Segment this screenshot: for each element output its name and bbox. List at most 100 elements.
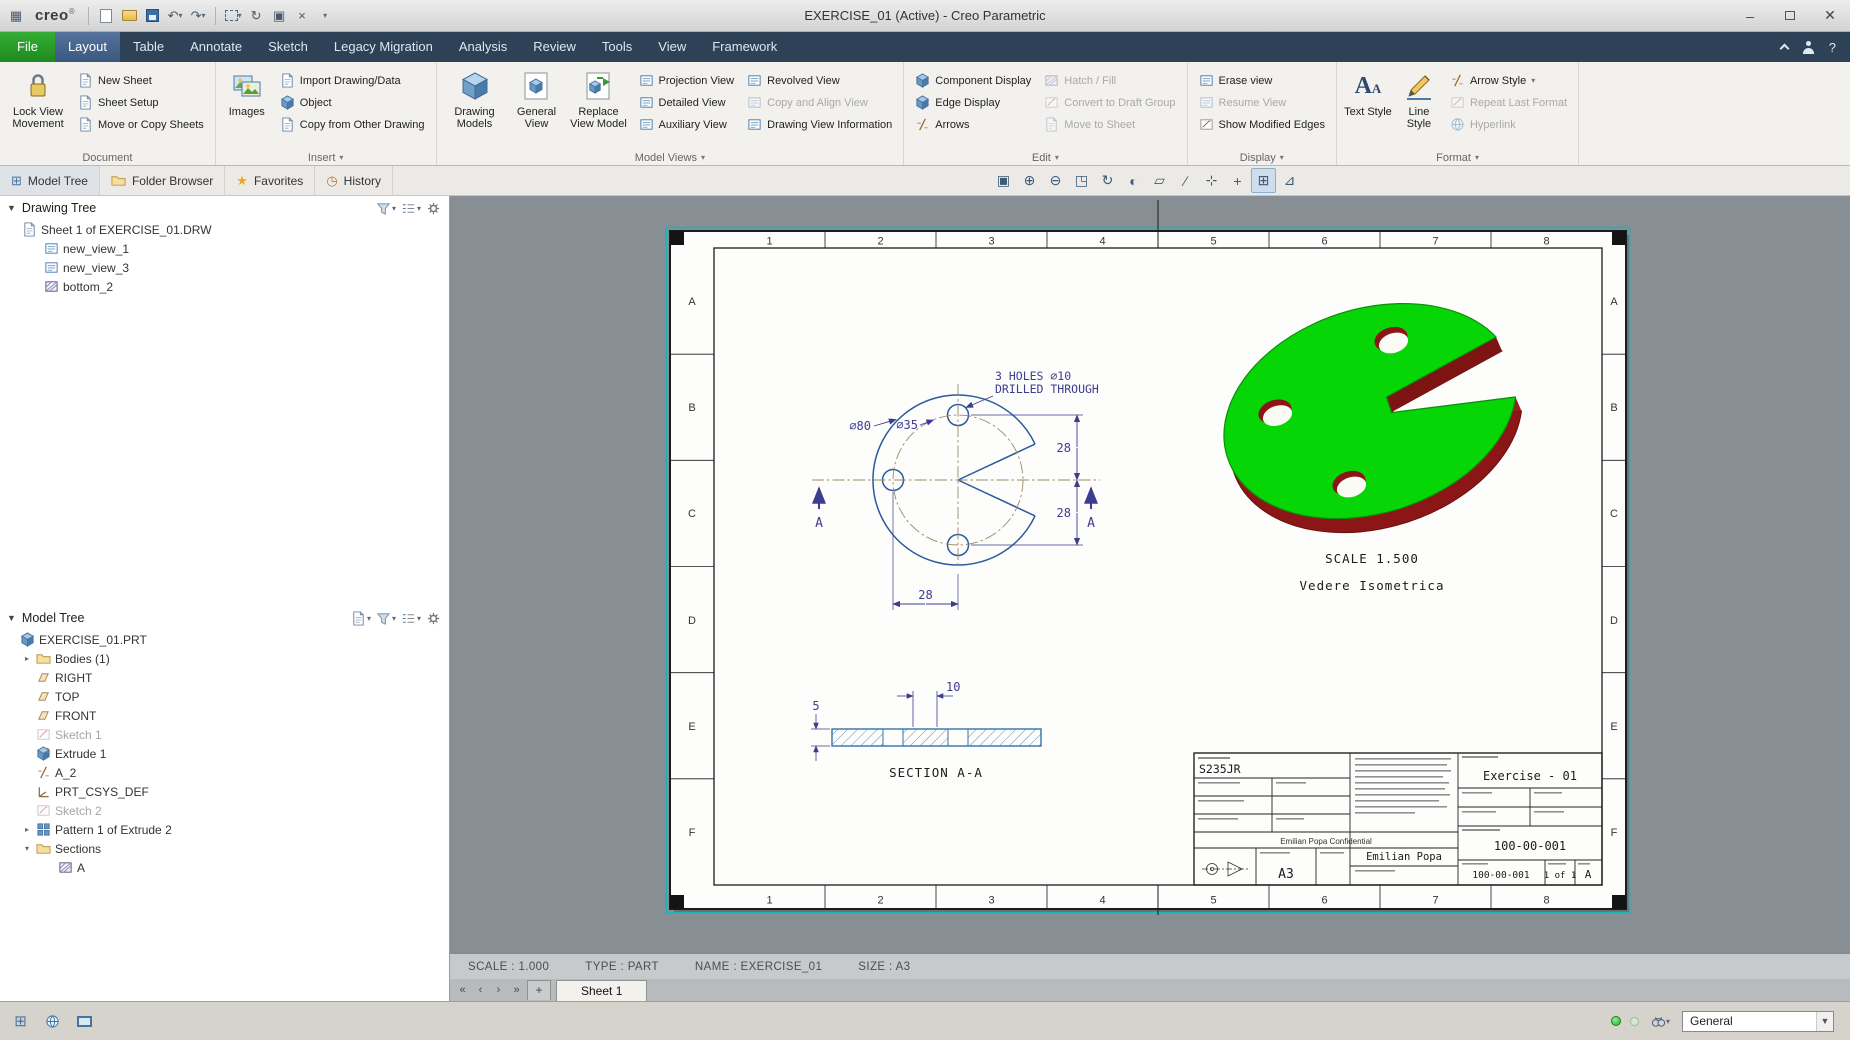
browser-toggle-icon[interactable] (40, 1009, 65, 1034)
minimize-button[interactable]: – (1730, 0, 1770, 31)
model-tree-item-top[interactable]: TOP (0, 687, 449, 706)
model-tree-item-csys[interactable]: PRT_CSYS_DEF (0, 782, 449, 801)
text-style-button[interactable]: AA Text Style (1343, 65, 1393, 150)
next-sheet-icon[interactable]: › (491, 979, 506, 1001)
model-tree-settings-button[interactable] (425, 610, 442, 627)
tab-legacy-migration[interactable]: Legacy Migration (321, 32, 446, 62)
copy-from-other-drawing-button[interactable]: Copy from Other Drawing (275, 114, 430, 135)
drawing-tree-item-new-view-3[interactable]: new_view_3 (0, 258, 449, 277)
plane-display-icon[interactable]: ▱ (1147, 168, 1172, 193)
selection-filter-arrow-icon[interactable]: ▼ (1816, 1011, 1833, 1031)
tab-table[interactable]: Table (120, 32, 177, 62)
panel-tab-favorites[interactable]: ★ Favorites (225, 166, 316, 195)
zoom-box-icon[interactable]: ▣ (991, 168, 1016, 193)
tab-view[interactable]: View (645, 32, 699, 62)
panel-tab-history[interactable]: ◷ History (315, 166, 393, 195)
import-drawing-data-button[interactable]: Import Drawing/Data (275, 70, 430, 91)
model-tree-item-front[interactable]: FRONT (0, 706, 449, 725)
save-icon[interactable] (142, 6, 162, 26)
model-tree-filter-button[interactable]: ▾ (375, 610, 397, 627)
drawing-tree-item-new-view-1[interactable]: new_view_1 (0, 239, 449, 258)
repaint-icon[interactable]: ↻ (1095, 168, 1120, 193)
drawing-tree-item-sheet1[interactable]: Sheet 1 of EXERCISE_01.DRW (0, 220, 449, 239)
model-tree-columns-button[interactable]: ▾ (400, 610, 422, 627)
close-button[interactable]: ✕ (1810, 0, 1850, 31)
drawing-tree-item-bottom-2[interactable]: bottom_2 (0, 277, 449, 296)
axis-display-icon[interactable]: ∕ (1173, 168, 1198, 193)
refit-icon[interactable]: ◳ (1069, 168, 1094, 193)
model-tree-item-sketch2[interactable]: Sketch 2 (0, 801, 449, 820)
new-file-icon[interactable] (96, 6, 116, 26)
window-cascade-icon[interactable]: ▣ (269, 6, 289, 26)
navigator-toggle-icon[interactable]: ⊞ (8, 1009, 33, 1034)
general-view-button[interactable]: General View (510, 65, 564, 150)
expand-icon[interactable]: ▸ (22, 654, 32, 663)
graphics-area[interactable]: 12345678 12345678 ABCDEF ABCDEF 28 28 28… (450, 196, 1850, 953)
panel-tab-folder-browser[interactable]: Folder Browser (100, 166, 226, 195)
new-sheet-button[interactable]: New Sheet (73, 70, 209, 91)
tab-analysis[interactable]: Analysis (446, 32, 520, 62)
projection-view-button[interactable]: Projection View (634, 70, 740, 91)
model-tree-item-extrude1[interactable]: Extrude 1 (0, 744, 449, 763)
zoom-in-icon[interactable]: ⊕ (1017, 168, 1042, 193)
arrows-button[interactable]: Arrows (910, 114, 1036, 135)
tab-tools[interactable]: Tools (589, 32, 645, 62)
previous-sheet-icon[interactable]: ‹ (473, 979, 488, 1001)
tree-columns-button[interactable]: ▾ (400, 200, 422, 217)
arrow-style-button[interactable]: Arrow Style ▾ (1445, 70, 1572, 91)
open-file-icon[interactable] (119, 6, 139, 26)
collapse-ribbon-icon[interactable] (1779, 43, 1790, 54)
tab-framework[interactable]: Framework (699, 32, 790, 62)
redo-icon[interactable]: ↷ ▾ (188, 6, 208, 26)
last-sheet-icon[interactable]: » (509, 979, 524, 1001)
user-account-icon[interactable] (1802, 40, 1815, 54)
tab-file[interactable]: File (0, 32, 55, 62)
model-tree-item-axis[interactable]: A_2 (0, 763, 449, 782)
collapse-model-tree-icon[interactable]: ▼ (7, 613, 16, 623)
line-style-button[interactable]: Line Style (1396, 65, 1442, 150)
model-tree-item-part[interactable]: EXERCISE_01.PRT (0, 630, 449, 649)
lock-view-movement-button[interactable]: Lock View Movement (6, 65, 70, 150)
customize-toolbar-icon[interactable]: ▾ (315, 6, 335, 26)
maximize-button[interactable] (1770, 0, 1810, 31)
selection-filter-dropdown[interactable]: General ▼ (1682, 1010, 1834, 1032)
zoom-out-icon[interactable]: ⊖ (1043, 168, 1068, 193)
move-copy-sheets-button[interactable]: Move or Copy Sheets (73, 114, 209, 135)
tab-layout[interactable]: Layout (54, 32, 120, 62)
expand-icon[interactable]: ▸ (22, 825, 32, 834)
edge-display-button[interactable]: Edge Display (910, 92, 1036, 113)
replace-view-model-button[interactable]: Replace View Model (567, 65, 631, 150)
tab-annotate[interactable]: Annotate (177, 32, 255, 62)
sheet-setup-button[interactable]: Sheet Setup (73, 92, 209, 113)
drawing-view-information-button[interactable]: Drawing View Information (742, 114, 897, 135)
erase-view-button[interactable]: Erase view (1194, 70, 1330, 91)
display-style-icon[interactable]: ◐ (1121, 168, 1146, 193)
object-button[interactable]: Object (275, 92, 430, 113)
detailed-view-button[interactable]: Detailed View (634, 92, 740, 113)
tree-filter-button[interactable]: ▾ (375, 200, 397, 217)
show-modified-edges-button[interactable]: Show Modified Edges (1194, 114, 1330, 135)
help-icon[interactable]: ? (1829, 40, 1836, 55)
select-box-icon[interactable]: ▾ (223, 6, 243, 26)
csys-display-icon[interactable]: + (1225, 168, 1250, 193)
collapse-icon[interactable]: ▾ (22, 844, 32, 853)
drawing-models-button[interactable]: Drawing Models (443, 65, 507, 150)
model-tree-item-section-a[interactable]: A (0, 858, 449, 877)
model-tree-item-right[interactable]: RIGHT (0, 668, 449, 687)
full-screen-icon[interactable] (72, 1009, 97, 1034)
panel-tab-model-tree[interactable]: ⊞ Model Tree (0, 166, 100, 195)
tab-review[interactable]: Review (520, 32, 589, 62)
first-sheet-icon[interactable]: « (455, 979, 470, 1001)
menu-grid-icon[interactable]: ▦ (6, 6, 26, 26)
auxiliary-view-button[interactable]: Auxiliary View (634, 114, 740, 135)
revolved-view-button[interactable]: Revolved View (742, 70, 897, 91)
component-display-button[interactable]: Component Display (910, 70, 1036, 91)
regenerate-icon[interactable]: ↻ (246, 6, 266, 26)
images-button[interactable]: Images (222, 65, 272, 150)
model-tree-show-button[interactable]: ▾ (350, 610, 372, 627)
model-tree-item-sections[interactable]: ▾ Sections (0, 839, 449, 858)
search-binoculars-icon[interactable]: ▾ (1648, 1009, 1673, 1034)
spin-center-icon[interactable]: ⊿ (1277, 168, 1302, 193)
sheet-tab-sheet1[interactable]: Sheet 1 (556, 980, 648, 1001)
tab-sketch[interactable]: Sketch (255, 32, 321, 62)
